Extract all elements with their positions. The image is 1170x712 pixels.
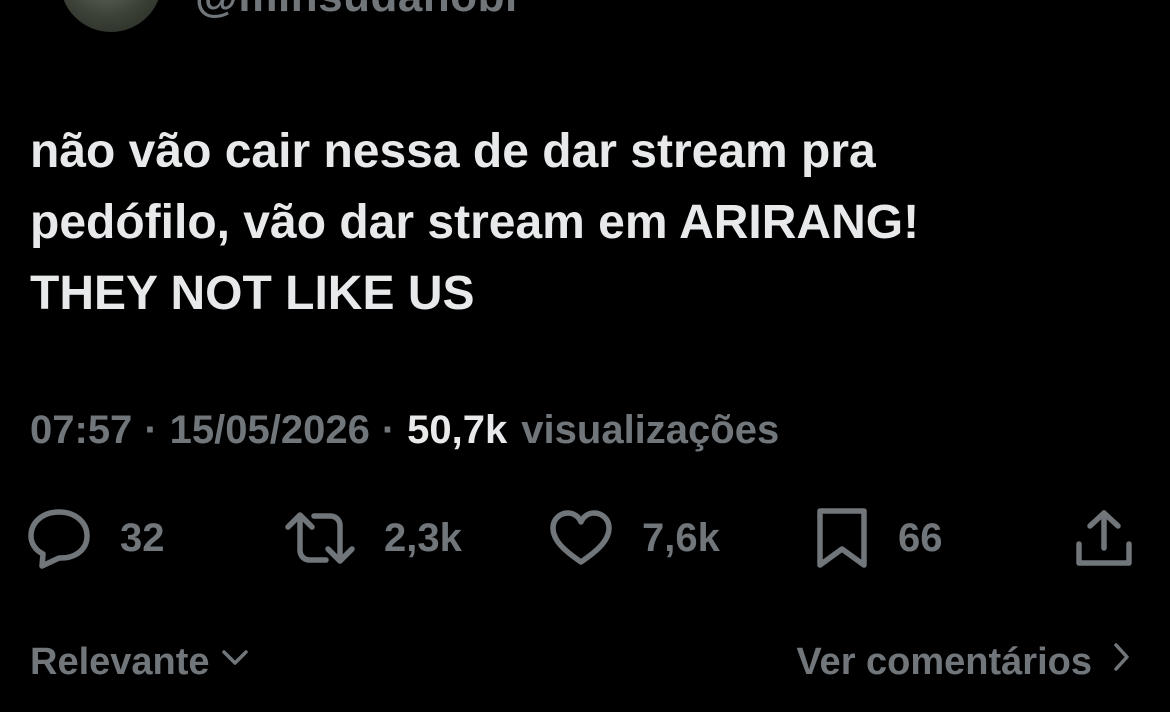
retweet-button[interactable]: 2,3k (284, 506, 462, 570)
action-bar: 32 2,3k 7,6k 66 (26, 506, 1136, 570)
views-count[interactable]: 50,7k (407, 408, 507, 453)
avatar[interactable] (60, 0, 162, 32)
view-comments-label: Ver comentários (796, 640, 1092, 683)
bookmark-count: 66 (898, 515, 943, 560)
bookmark-button[interactable]: 66 (814, 506, 943, 570)
bookmark-icon (814, 507, 870, 569)
sort-label: Relevante (30, 640, 210, 683)
reply-count: 32 (120, 515, 165, 560)
author-handle[interactable]: @minsudanobr (195, 0, 523, 22)
sort-dropdown[interactable]: Relevante (30, 640, 252, 684)
retweet-count: 2,3k (384, 515, 462, 560)
tweet-text-line: não vão cair nessa de dar stream pra (30, 125, 876, 178)
chevron-right-icon (1092, 640, 1132, 684)
reply-icon (26, 507, 92, 569)
tweet-text: não vão cair nessa de dar stream pra ped… (30, 116, 1140, 329)
view-comments-link[interactable]: Ver comentários (796, 640, 1132, 684)
chevron-down-icon (210, 640, 252, 684)
share-icon (1074, 508, 1134, 568)
tweet-text-line: THEY NOT LIKE US (30, 267, 475, 320)
tweet-metadata: 07:57 · 15/05/2026 · 50,7k visualizações (30, 408, 779, 453)
separator-dot: · (144, 408, 158, 452)
tweet-time[interactable]: 07:57 (30, 408, 132, 453)
heart-icon (548, 509, 614, 567)
tweet-date[interactable]: 15/05/2026 (170, 408, 370, 453)
tweet-text-line: pedófilo, vão dar stream em ARIRANG! (30, 196, 920, 249)
reply-button[interactable]: 32 (26, 506, 165, 570)
views-label[interactable]: visualizações (521, 408, 779, 453)
like-button[interactable]: 7,6k (548, 506, 720, 570)
retweet-icon (284, 510, 356, 566)
separator-dot: · (381, 408, 396, 452)
like-count: 7,6k (642, 515, 720, 560)
share-button[interactable] (1074, 506, 1134, 570)
